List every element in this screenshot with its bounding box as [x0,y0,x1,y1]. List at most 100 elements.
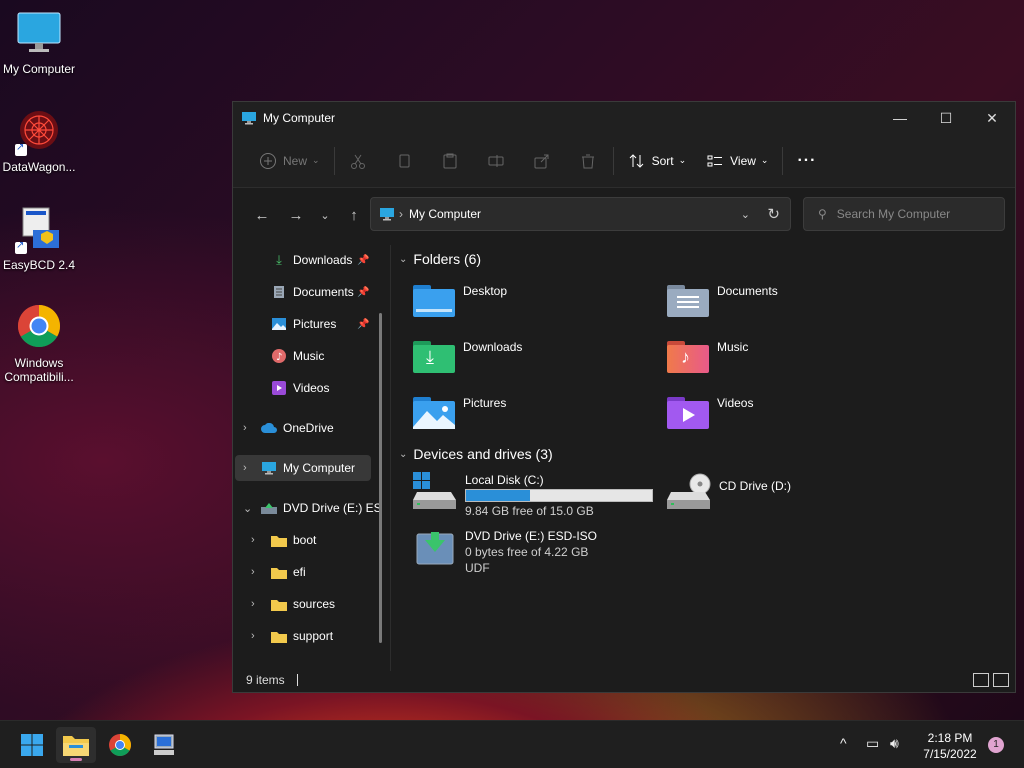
desktop-icon-datawagon[interactable]: DataWagon... [0,108,78,174]
notification-badge[interactable]: 1 [988,737,1004,753]
folder-downloads[interactable]: ⤓ Downloads [413,338,522,374]
folders-group-header[interactable]: ⌄ Folders (6) [399,251,481,267]
divider [333,146,335,175]
taskbar: ^ ▭ 🔊︎ 2:18 PM 7/15/2022 1 [0,720,1024,768]
refresh-icon[interactable]: ↻ [767,205,780,223]
back-arrow-icon[interactable]: ← [245,200,279,230]
nav-item-support[interactable]: › support [251,623,333,649]
pin-icon[interactable]: 📌 [357,319,369,330]
folder-label: Videos [717,396,754,410]
details-view-icon[interactable] [973,673,989,687]
show-hidden-icons-chevron-icon[interactable]: ^ [840,735,847,751]
folder-label: Downloads [463,340,523,354]
monitor-icon [380,208,394,221]
taskbar-network-app[interactable] [144,727,184,763]
maximize-button[interactable]: ☐ [923,102,969,134]
desktop-icon-windows-compatibility[interactable]: Windows Compatibili... [0,304,78,384]
new-button[interactable]: New ⌄ [251,145,328,177]
share-button[interactable] [525,145,559,177]
nav-item-label: DVD Drive (E:) ES [283,501,382,515]
drive-local-disk-c[interactable]: Local Disk (C:) 9.84 GB free of 15.0 GB [413,472,653,519]
folder-music[interactable]: ♪ Music [667,338,748,374]
devices-group-header[interactable]: ⌄ Devices and drives (3) [399,446,553,462]
taskbar-file-explorer[interactable] [56,727,96,763]
pin-icon[interactable]: 📌 [357,255,369,266]
address-dropdown-chevron-icon[interactable]: ⌄ [741,208,750,221]
chevron-right-icon[interactable]: › [251,630,255,642]
chevron-right-icon[interactable]: › [251,534,255,546]
window-title: My Computer [263,111,336,125]
chevron-right-icon[interactable]: › [251,566,255,578]
chevron-right-icon[interactable]: › [243,462,247,474]
desktop-icon-my-computer[interactable]: My Computer [0,10,78,76]
nav-scrollbar[interactable] [379,313,382,643]
monitor-icon [261,460,277,476]
cut-button[interactable] [341,145,375,177]
nav-item-dvd-drive[interactable]: ⌄ DVD Drive (E:) ES [243,495,382,521]
drive-free-space: 0 bytes free of 4.22 GB [465,545,589,559]
documents-folder-icon [667,282,711,318]
new-label: New [283,153,308,168]
sort-icon [629,153,643,168]
view-label: View [730,153,756,168]
scissors-icon [350,154,365,169]
chevron-down-icon: ⌄ [399,448,408,460]
music-folder-icon: ♪ [667,338,711,374]
close-button[interactable]: ✕ [969,102,1015,134]
recent-locations-chevron-icon[interactable]: ⌄ [313,200,337,230]
chevron-right-icon[interactable]: › [251,598,255,610]
nav-item-label: Documents [293,285,354,299]
nav-item-my-computer[interactable]: › My Computer [243,455,355,481]
folder-pictures[interactable]: Pictures [413,394,506,430]
nav-item-music[interactable]: ♪ Music [271,343,324,369]
nav-item-videos[interactable]: Videos [271,375,329,401]
paste-button[interactable] [433,145,467,177]
copy-icon [399,154,410,167]
address-bar[interactable]: › My Computer ⌄ ↻ [370,197,791,231]
network-icon[interactable]: ▭ [866,735,879,752]
cloud-icon [261,420,277,436]
shortcut-arrow-icon [15,142,27,156]
nav-item-sources[interactable]: › sources [251,591,335,617]
folder-documents[interactable]: Documents [667,282,778,318]
chevron-down-icon[interactable]: ⌄ [243,502,252,515]
delete-button[interactable] [571,145,605,177]
sort-button[interactable]: Sort ⌄ [620,145,695,177]
folder-desktop[interactable]: Desktop [413,282,507,318]
start-button[interactable] [12,727,52,763]
dvd-drive-icon [261,500,277,516]
pane-divider[interactable] [390,245,391,671]
folder-icon [63,736,89,756]
drive-dvd-e[interactable]: DVD Drive (E:) ESD-ISO 0 bytes free of 4… [413,528,597,576]
nav-item-efi[interactable]: › efi [251,559,306,585]
breadcrumb[interactable]: My Computer [409,207,481,221]
folder-videos[interactable]: Videos [667,394,753,430]
nav-item-documents[interactable]: Documents 📌 [271,279,369,305]
forward-arrow-icon[interactable]: → [279,200,313,230]
folder-icon [271,596,287,612]
search-icon: ⚲ [818,207,827,221]
shortcut-arrow-icon [15,240,27,254]
pin-icon[interactable]: 📌 [357,287,369,298]
desktop-icon-easybcd[interactable]: EasyBCD 2.4 [0,206,78,272]
drive-cd-d[interactable]: CD Drive (D:) [667,472,791,512]
more-options-button[interactable]: ··· [789,145,824,177]
minimize-button[interactable]: — [877,102,923,134]
nav-item-pictures[interactable]: Pictures 📌 [271,311,369,337]
title-bar[interactable]: My Computer — ☐ ✕ [233,102,1015,134]
nav-item-boot[interactable]: › boot [251,527,316,553]
chevron-right-icon[interactable]: › [243,422,247,434]
up-arrow-icon[interactable]: ↑ [337,200,371,230]
nav-item-onedrive[interactable]: › OneDrive [243,415,334,441]
rename-button[interactable] [479,145,513,177]
drive-label: DVD Drive (E:) ESD-ISO [465,529,598,543]
view-button[interactable]: View ⌄ [698,145,776,177]
nav-item-downloads[interactable]: ⤓ Downloads 📌 [271,247,369,273]
clock[interactable]: 2:18 PM 7/15/2022 [918,730,982,762]
dvd-drive-icon [413,528,457,568]
copy-button[interactable] [387,145,421,177]
large-icons-view-icon[interactable] [993,673,1009,687]
taskbar-chrome[interactable] [100,727,140,763]
volume-icon[interactable]: 🔊︎ [890,735,899,752]
search-input[interactable]: ⚲ Search My Computer [803,197,1005,231]
